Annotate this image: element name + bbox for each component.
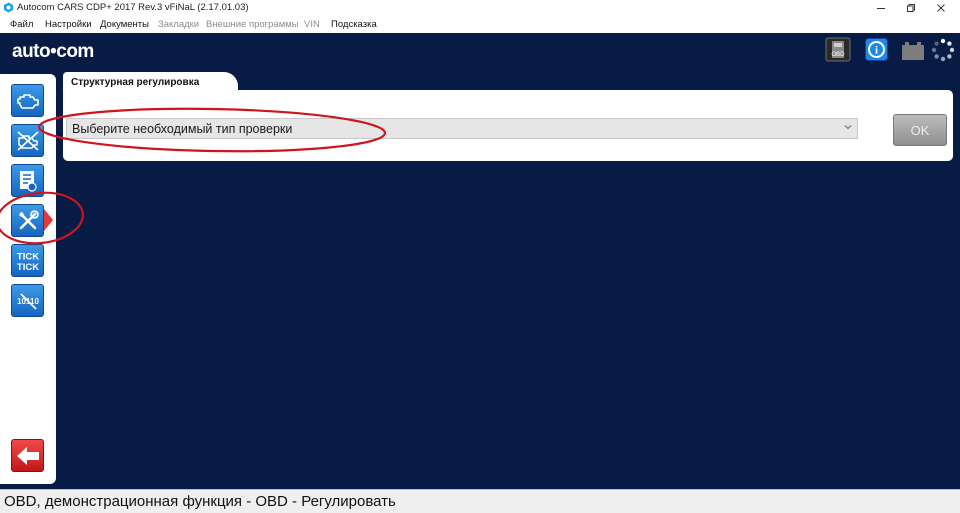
svg-text:i: i: [875, 45, 878, 57]
active-item-indicator: [44, 209, 53, 231]
menu-external-programs[interactable]: Внешние программы: [206, 19, 299, 30]
restore-button[interactable]: [896, 0, 926, 16]
sidebar-item-adjustment[interactable]: [11, 204, 44, 237]
app-icon: [4, 2, 13, 13]
battery-icon: [900, 40, 926, 62]
close-button[interactable]: [926, 0, 956, 16]
help-icon[interactable]: i: [865, 38, 888, 61]
check-type-select[interactable]: Выберите необходимый тип проверки: [66, 118, 858, 139]
minimize-button[interactable]: [866, 0, 896, 16]
autocom-logo: auto•com: [12, 41, 94, 62]
back-button[interactable]: [11, 439, 44, 472]
tick-tick-icon: TICK TICK: [16, 251, 38, 273]
menu-documents[interactable]: Документы: [100, 19, 149, 30]
close-icon: [937, 4, 945, 12]
title-bar: Autocom CARS CDP+ 2017 Rev.3 vFiNaL (2.1…: [0, 0, 960, 16]
application-window: Autocom CARS CDP+ 2017 Rev.3 vFiNaL (2.1…: [0, 0, 960, 513]
loading-spinner-icon: [931, 38, 955, 62]
back-arrow-icon: [16, 446, 39, 465]
minimize-icon: [877, 8, 885, 9]
sidebar-item-checklist[interactable]: [11, 164, 44, 197]
wrench-screwdriver-icon: [18, 209, 39, 229]
engine-icon: [16, 93, 39, 109]
odometer-icon: 10110: [17, 292, 39, 310]
window-title: Autocom CARS CDP+ 2017 Rev.3 vFiNaL (2.1…: [17, 2, 249, 13]
obd-label: OBD: [831, 52, 845, 58]
sidebar-item-erase-codes[interactable]: [11, 124, 44, 157]
svg-text:TICK: TICK: [16, 262, 38, 273]
ok-button[interactable]: OK: [893, 114, 947, 146]
status-text: OBD, демонстрационная функция - OBD - Ре…: [4, 493, 396, 510]
checklist-icon: [19, 170, 37, 192]
menu-settings[interactable]: Настройки: [45, 19, 92, 30]
obd-icon[interactable]: OBD: [825, 37, 851, 62]
chevron-down-icon: [844, 125, 852, 130]
menu-help[interactable]: Подсказка: [331, 19, 377, 30]
sidebar-item-tick-tick[interactable]: TICK TICK: [11, 244, 44, 277]
menu-bookmarks[interactable]: Закладки: [158, 19, 199, 30]
sidebar-item-engine[interactable]: [11, 84, 44, 117]
menu-file[interactable]: Файл: [10, 19, 33, 30]
menu-bar: Файл Настройки Документы Закладки Внешни…: [0, 16, 960, 33]
restore-icon: [907, 4, 915, 12]
sidebar-item-odometer[interactable]: 10110: [11, 284, 44, 317]
svg-text:TICK: TICK: [16, 251, 38, 262]
status-bar: OBD, демонстрационная функция - OBD - Ре…: [0, 489, 960, 513]
select-value: Выберите необходимый тип проверки: [72, 122, 293, 136]
erase-codes-icon: [16, 130, 39, 151]
tab-label: Структурная регулировка: [71, 77, 200, 88]
menu-vin[interactable]: VIN: [304, 19, 320, 30]
